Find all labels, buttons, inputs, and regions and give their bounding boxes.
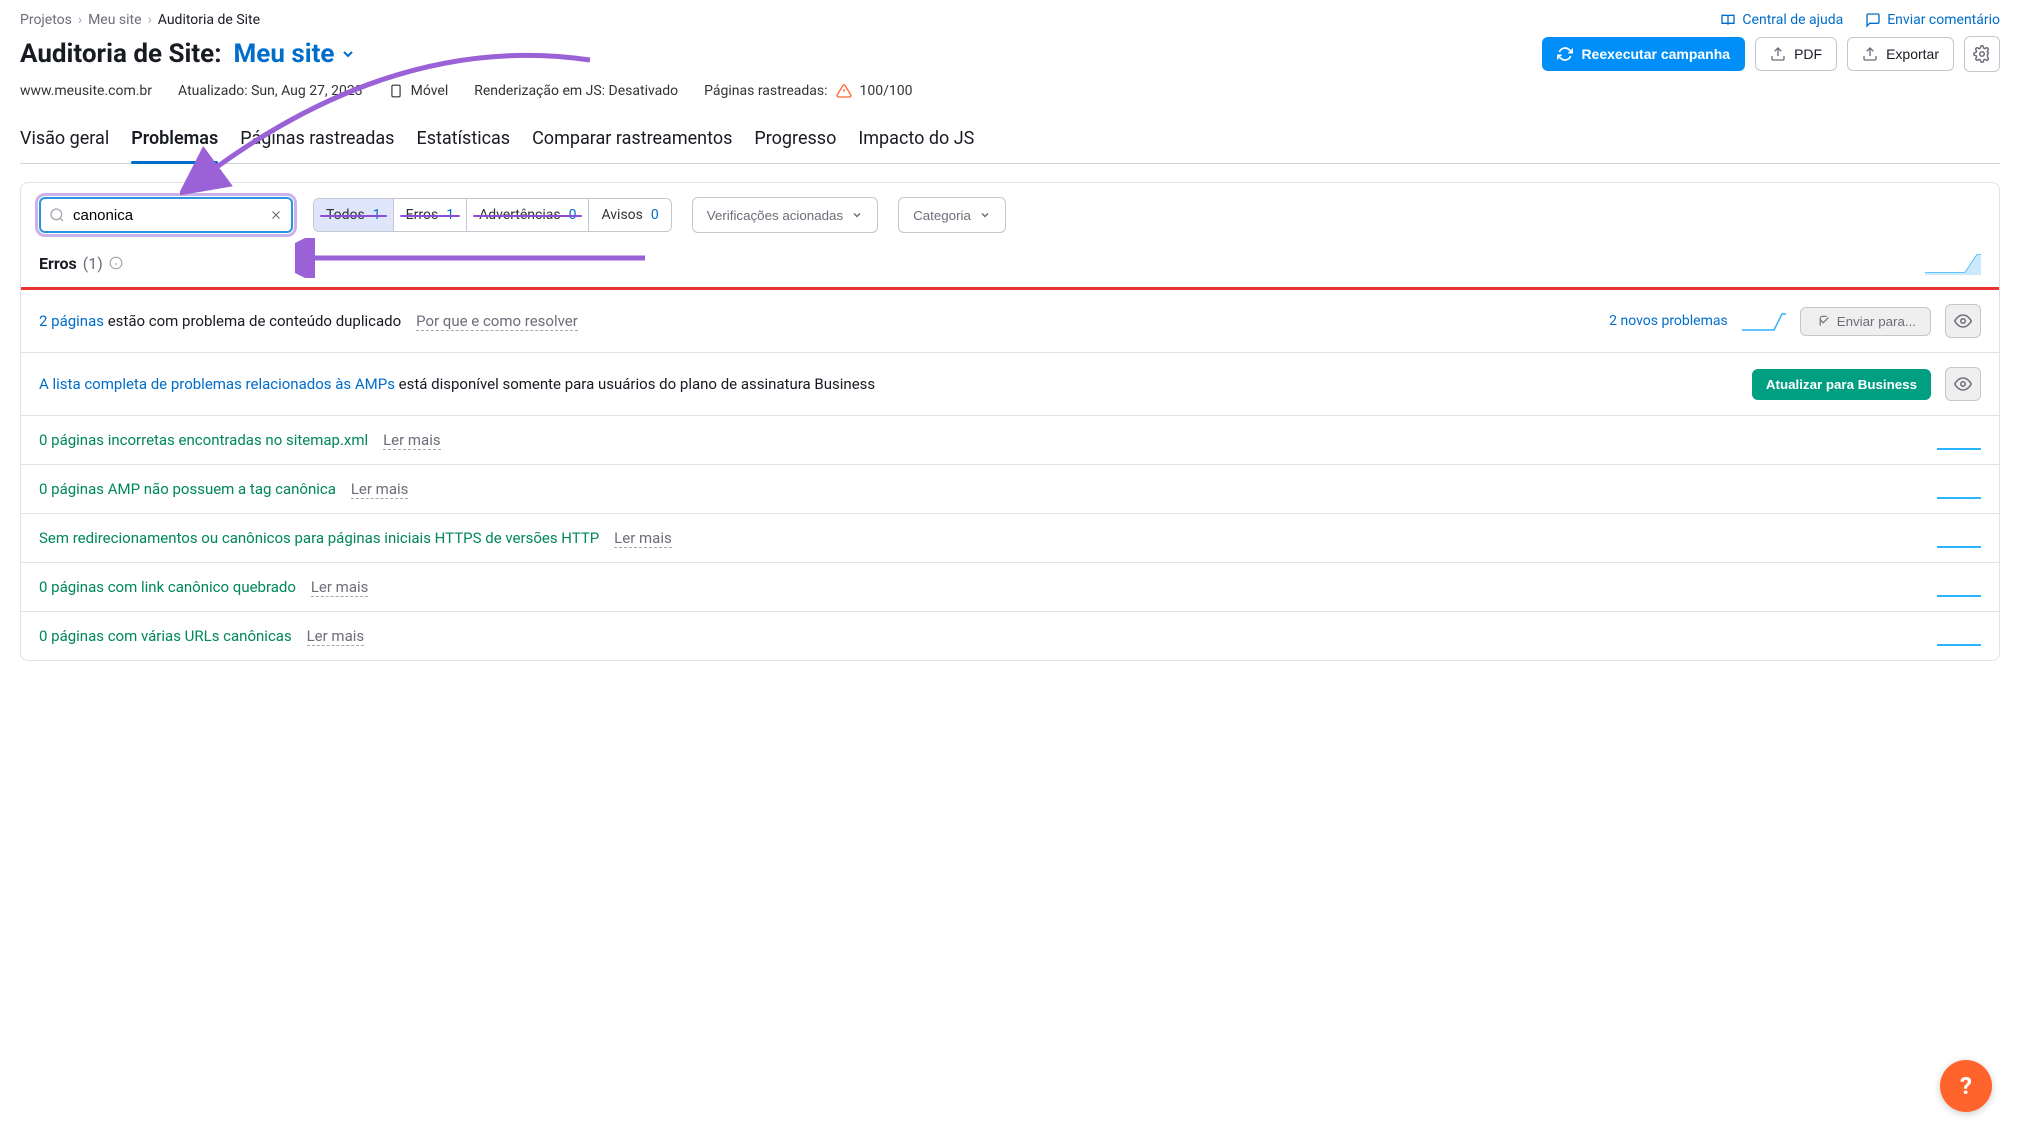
refresh-icon: [1557, 46, 1573, 62]
clear-search-icon[interactable]: [269, 208, 283, 222]
issue-link[interactable]: 0 páginas com link canônico quebrado: [39, 578, 296, 596]
upload-icon: [1770, 46, 1786, 62]
chevron-down-icon: [851, 209, 863, 221]
book-icon: [1720, 12, 1736, 28]
filter-pill-todos[interactable]: Todos1: [314, 199, 394, 231]
read-more-link[interactable]: Ler mais: [307, 627, 365, 646]
js-render-label: Renderização em JS: Desativado: [474, 83, 678, 99]
device-label: Móvel: [389, 82, 449, 100]
read-more-link[interactable]: Ler mais: [351, 480, 409, 499]
section-count: (1): [83, 254, 103, 273]
pdf-button[interactable]: PDF: [1755, 37, 1837, 71]
tab-comparar-rastreamentos[interactable]: Comparar rastreamentos: [532, 118, 732, 163]
issue-link[interactable]: A lista completa de problemas relacionad…: [39, 375, 395, 393]
issue-row: Sem redirecionamentos ou canônicos para …: [21, 514, 1999, 563]
mobile-icon: [389, 82, 403, 100]
comment-icon: [1865, 12, 1881, 28]
tab-progresso[interactable]: Progresso: [754, 118, 836, 163]
chevron-down-icon: [979, 209, 991, 221]
new-issues-link[interactable]: 2 novos problemas: [1609, 313, 1728, 329]
read-more-link[interactable]: Ler mais: [614, 529, 672, 548]
help-center-link[interactable]: Central de ajuda: [1720, 12, 1843, 28]
trend-sparkline: [1937, 577, 1981, 597]
issue-description: estão com problema de conteúdo duplicado: [104, 312, 401, 330]
trend-sparkline: [1937, 626, 1981, 646]
breadcrumb-root[interactable]: Projetos: [20, 12, 72, 28]
trend-sparkline: [1937, 479, 1981, 499]
search-icon: [49, 207, 65, 223]
tab-problemas[interactable]: Problemas: [131, 118, 218, 163]
upgrade-business-button[interactable]: Atualizar para Business: [1752, 369, 1931, 400]
issue-link[interactable]: Sem redirecionamentos ou canônicos para …: [39, 529, 599, 547]
breadcrumb-site[interactable]: Meu site: [88, 12, 141, 28]
issue-row: 0 páginas com link canônico quebrado Ler…: [21, 563, 1999, 612]
warning-icon: [836, 83, 852, 99]
issue-row: A lista completa de problemas relacionad…: [21, 353, 1999, 416]
upload-icon: [1862, 46, 1878, 62]
search-input[interactable]: [39, 197, 293, 233]
category-dropdown[interactable]: Categoria: [898, 197, 1006, 233]
page-title: Auditoria de Site:: [20, 39, 222, 69]
tab-estatísticas[interactable]: Estatísticas: [416, 118, 510, 163]
trend-sparkline: [1742, 310, 1786, 332]
issue-row: 2 páginas estão com problema de conteúdo…: [21, 290, 1999, 353]
filter-pills: Todos1Erros1Advertências0Avisos0: [313, 198, 672, 232]
gear-icon: [1973, 45, 1991, 63]
chevron-right-icon: ›: [148, 12, 152, 28]
chevron-right-icon: ›: [78, 12, 82, 28]
hide-button[interactable]: [1945, 367, 1981, 401]
send-to-button[interactable]: Enviar para...: [1800, 307, 1931, 336]
sparkline: [1925, 251, 1981, 275]
issue-link[interactable]: 2 páginas: [39, 312, 104, 330]
issue-link[interactable]: 0 páginas com várias URLs canônicas: [39, 627, 292, 645]
tab-impacto-do-js[interactable]: Impacto do JS: [858, 118, 974, 163]
read-more-link[interactable]: Ler mais: [383, 431, 441, 450]
chevron-down-icon: [340, 46, 356, 62]
section-title: Erros: [39, 254, 77, 273]
trend-sparkline: [1937, 430, 1981, 450]
send-feedback-link[interactable]: Enviar comentário: [1865, 12, 2000, 28]
settings-button[interactable]: [1964, 36, 2000, 72]
info-icon[interactable]: [109, 256, 123, 270]
read-more-link[interactable]: Ler mais: [311, 578, 369, 597]
breadcrumb-current: Auditoria de Site: [158, 12, 260, 28]
tab-páginas-rastreadas[interactable]: Páginas rastreadas: [240, 118, 394, 163]
export-button[interactable]: Exportar: [1847, 37, 1954, 71]
issue-description: está disponível somente para usuários do…: [395, 375, 875, 393]
issue-link[interactable]: 0 páginas incorretas encontradas no site…: [39, 431, 368, 449]
updated-label: Atualizado: Sun, Aug 27, 2023: [178, 83, 363, 99]
filter-pill-advertências[interactable]: Advertências0: [467, 199, 589, 231]
help-fab[interactable]: ?: [1940, 1060, 1992, 1112]
rerun-campaign-button[interactable]: Reexecutar campanha: [1542, 37, 1745, 71]
hide-button[interactable]: [1945, 304, 1981, 338]
checks-dropdown[interactable]: Verificações acionadas: [692, 197, 878, 233]
project-selector[interactable]: Meu site: [234, 39, 357, 69]
tab-visão-geral[interactable]: Visão geral: [20, 118, 109, 163]
trend-sparkline: [1937, 528, 1981, 548]
issue-row: 0 páginas com várias URLs canônicas Ler …: [21, 612, 1999, 660]
filter-pill-erros[interactable]: Erros1: [394, 199, 467, 231]
read-more-link[interactable]: Por que e como resolver: [416, 312, 578, 331]
breadcrumb: Projetos › Meu site › Auditoria de Site: [20, 12, 260, 28]
issue-link[interactable]: 0 páginas AMP não possuem a tag canônica: [39, 480, 336, 498]
domain-label: www.meusite.com.br: [20, 83, 152, 99]
issue-row: 0 páginas AMP não possuem a tag canônica…: [21, 465, 1999, 514]
crawled-pages-label: Páginas rastreadas: 100/100: [704, 83, 912, 99]
filter-pill-avisos[interactable]: Avisos0: [589, 199, 670, 231]
issue-row: 0 páginas incorretas encontradas no site…: [21, 416, 1999, 465]
